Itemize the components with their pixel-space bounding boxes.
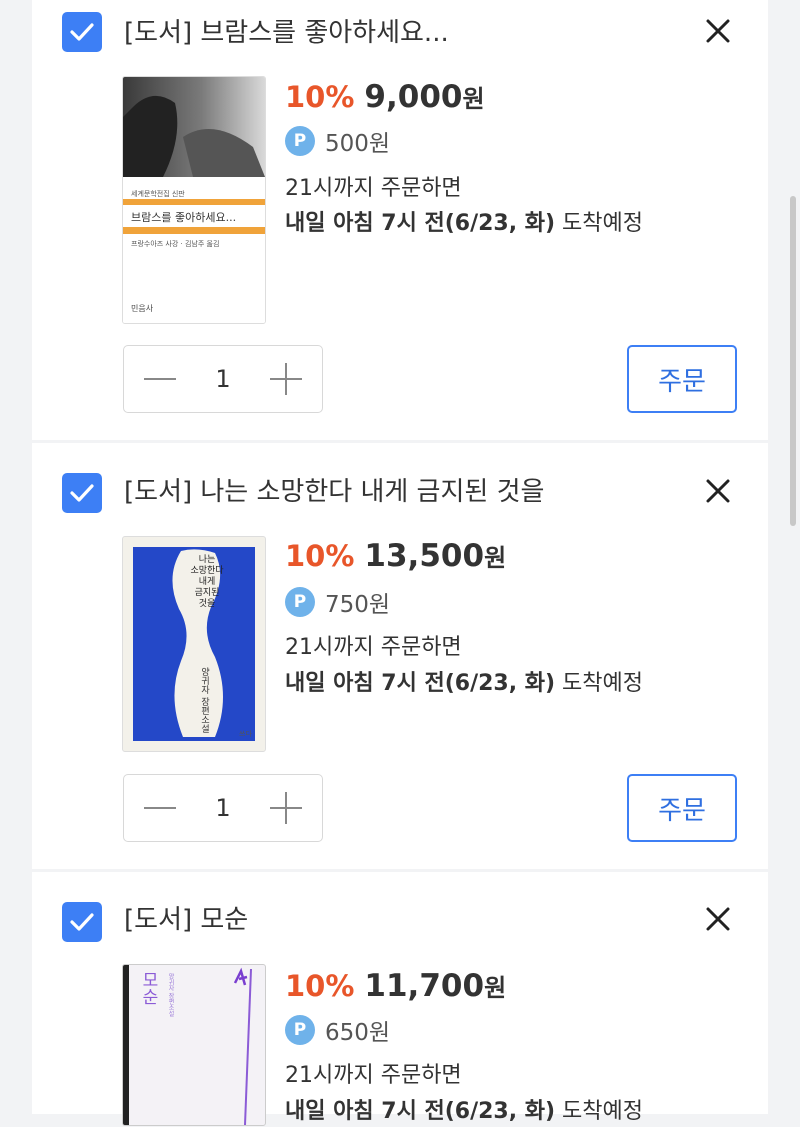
sale-price: 11,700 <box>364 968 485 1004</box>
select-checkbox[interactable] <box>62 473 102 513</box>
cart-item-card: [도서] 나는 소망한다 내게 금지된 것을 나는 소망한다 내게 금지된 것을… <box>32 443 768 869</box>
discount-rate: 10% <box>285 539 355 573</box>
increase-quantity-button[interactable] <box>268 361 304 397</box>
remove-item-button[interactable] <box>700 901 736 937</box>
price-row: 10% 9,000원 <box>285 77 485 122</box>
quantity-value[interactable]: 1 <box>215 794 230 822</box>
checkmark-icon <box>70 23 94 41</box>
points-value: 750원 <box>325 592 391 618</box>
book-cover-image[interactable]: 나는 소망한다 내게 금지된 것을 양귀자 장편소설 쓰다 <box>122 536 266 752</box>
order-deadline: 21시까지 주문하면 <box>285 1063 462 1088</box>
cover-title: 나는 소망한다 내게 금지된 것을 <box>187 555 227 610</box>
checkmark-icon <box>70 913 94 931</box>
cart-item-card: [도서] 브람스를 좋아하세요... 세계문학전집 신판 브람스를 좋아하세요.… <box>32 0 768 440</box>
minus-icon <box>144 807 176 809</box>
discount-rate: 10% <box>285 969 355 1003</box>
points-value: 500원 <box>325 131 391 157</box>
cart-item-card: [도서] 모순 모순 양귀자 장편소설 10% 11,700원 P 650원 21… <box>32 872 768 1126</box>
select-checkbox[interactable] <box>62 902 102 942</box>
item-title[interactable]: [도서] 브람스를 좋아하세요... <box>124 16 449 50</box>
decrease-quantity-button[interactable] <box>142 790 178 826</box>
quantity-stepper: 1 <box>123 774 323 842</box>
arrival-estimate: 내일 아침 7시 전(6/23, 화) 도착예정 <box>285 209 643 239</box>
price-unit: 원 <box>462 85 485 113</box>
book-cover-image[interactable]: 세계문학전집 신판 브람스를 좋아하세요... 프랑수아즈 사강 · 김남주 옮… <box>122 76 266 324</box>
price-row: 10% 13,500원 <box>285 536 506 581</box>
point-badge-icon: P <box>285 587 315 617</box>
arrival-estimate: 내일 아침 7시 전(6/23, 화) 도착예정 <box>285 669 643 699</box>
points-row: P 650원 <box>285 1013 390 1047</box>
cover-title-line: 금지된 <box>194 588 220 598</box>
cover-title-line: 소망한다 <box>190 566 224 576</box>
price-unit: 원 <box>484 544 507 572</box>
point-badge-icon: P <box>285 1015 315 1045</box>
arrival-suffix: 도착예정 <box>555 1099 644 1124</box>
quantity-value[interactable]: 1 <box>215 365 230 393</box>
plus-icon <box>270 792 302 824</box>
book-cover-image[interactable]: 모순 양귀자 장편소설 <box>122 964 266 1126</box>
plus-icon <box>270 363 302 395</box>
cover-title: 브람스를 좋아하세요... <box>131 211 237 224</box>
arrival-estimate: 내일 아침 7시 전(6/23, 화) 도착예정 <box>285 1097 643 1127</box>
minus-icon <box>144 378 176 380</box>
point-badge-icon: P <box>285 126 315 156</box>
item-title[interactable]: [도서] 모순 <box>124 903 248 937</box>
cover-publisher-line: 세계문학전집 신판 <box>131 190 185 198</box>
price-unit: 원 <box>484 974 507 1002</box>
quantity-stepper: 1 <box>123 345 323 413</box>
increase-quantity-button[interactable] <box>268 790 304 826</box>
sale-price: 9,000 <box>364 79 463 115</box>
price-row: 10% 11,700원 <box>285 966 506 1011</box>
close-icon <box>706 907 730 931</box>
checkmark-icon <box>70 484 94 502</box>
cover-author-line: 프랑수아즈 사강 · 김남주 옮김 <box>131 240 220 248</box>
remove-item-button[interactable] <box>700 13 736 49</box>
order-button[interactable]: 주문 <box>627 345 737 413</box>
discount-rate: 10% <box>285 80 355 114</box>
points-row: P 500원 <box>285 124 390 158</box>
arrival-date: 내일 아침 7시 전(6/23, 화) <box>285 671 556 696</box>
arrival-suffix: 도착예정 <box>555 211 644 236</box>
points-value: 650원 <box>325 1020 391 1046</box>
arrival-suffix: 도착예정 <box>555 671 644 696</box>
order-button[interactable]: 주문 <box>627 774 737 842</box>
item-title[interactable]: [도서] 나는 소망한다 내게 금지된 것을 <box>124 475 544 509</box>
sale-price: 13,500 <box>364 538 485 574</box>
order-deadline: 21시까지 주문하면 <box>285 176 462 201</box>
decrease-quantity-button[interactable] <box>142 361 178 397</box>
points-row: P 750원 <box>285 585 390 619</box>
cover-title-line: 나는 <box>198 555 216 565</box>
cover-stripe <box>123 199 265 205</box>
cover-author: 양귀자 장편소설 <box>167 973 174 1017</box>
order-deadline: 21시까지 주문하면 <box>285 635 462 660</box>
close-icon <box>706 19 730 43</box>
cover-title-line: 내게 <box>198 577 216 587</box>
cover-imprint: 민음사 <box>131 304 154 313</box>
arrival-date: 내일 아침 7시 전(6/23, 화) <box>285 211 556 236</box>
cover-title: 모순 <box>138 971 158 1005</box>
arrival-date: 내일 아침 7시 전(6/23, 화) <box>285 1099 556 1124</box>
close-icon <box>706 479 730 503</box>
remove-item-button[interactable] <box>700 473 736 509</box>
scrollbar-thumb[interactable] <box>790 196 796 526</box>
cover-author: 양귀자 장편소설 <box>199 667 209 733</box>
cover-stripe <box>123 227 265 234</box>
cover-imprint: 쓰다 <box>239 730 252 738</box>
cover-title-line: 것을 <box>198 599 216 609</box>
select-checkbox[interactable] <box>62 12 102 52</box>
